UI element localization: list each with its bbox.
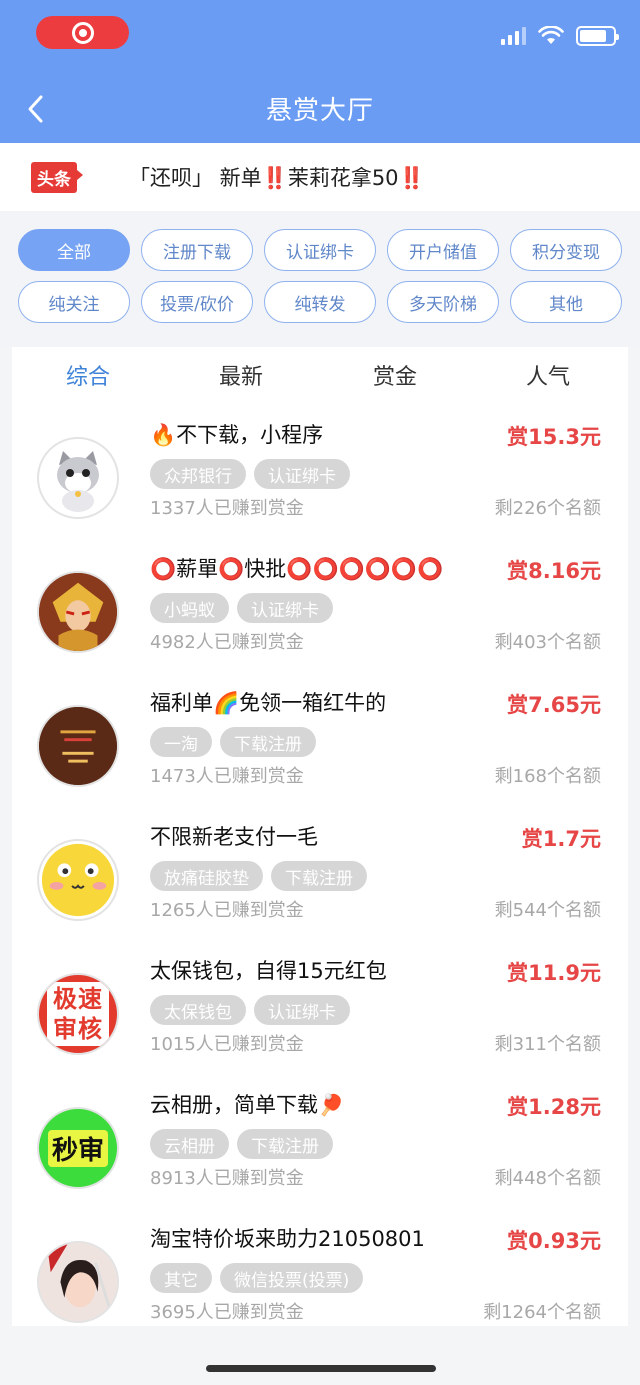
task-earned-count: 3695人已赚到赏金 bbox=[150, 1302, 304, 1323]
task-item[interactable]: 不限新老支付一毛 赏1.7元 放痛硅胶垫 下载注册 1265人已赚到赏金 剩54… bbox=[12, 805, 628, 939]
task-tag: 下载注册 bbox=[220, 727, 316, 757]
task-tag: 微信投票(投票) bbox=[220, 1263, 364, 1293]
task-item[interactable]: 极速审核 太保钱包，自得15元红包 赏11.9元 太保钱包 认证绑卡 1015人… bbox=[12, 939, 628, 1073]
filter-chip-all[interactable]: 全部 bbox=[18, 229, 130, 271]
filter-chip-points[interactable]: 积分变现 bbox=[510, 229, 622, 271]
task-tag: 云相册 bbox=[150, 1129, 229, 1159]
filter-chip-vote[interactable]: 投票/砍价 bbox=[141, 281, 253, 323]
task-reward: 赏1.7元 bbox=[521, 827, 601, 851]
task-tag: 认证绑卡 bbox=[254, 459, 350, 489]
headline-badge: 头条 bbox=[31, 161, 83, 193]
task-title: 云相册，简单下载🏓 bbox=[150, 1093, 345, 1117]
sort-tabs: 综合 最新 赏金 人气 bbox=[12, 347, 628, 403]
task-list: 🔥不下载，小程序 赏15.3元 众邦银行 认证绑卡 1337人已赚到赏金 剩22… bbox=[12, 403, 628, 1326]
task-tag: 众邦银行 bbox=[150, 459, 246, 489]
task-earned-count: 1015人已赚到赏金 bbox=[150, 1034, 304, 1055]
task-earned-count: 8913人已赚到赏金 bbox=[150, 1168, 304, 1189]
task-item[interactable]: ⭕薪單⭕快批⭕⭕⭕⭕⭕⭕ 赏8.16元 小蚂蚁 认证绑卡 4982人已赚到赏金 … bbox=[12, 537, 628, 671]
task-tag: 其它 bbox=[150, 1263, 212, 1293]
headline-ticker[interactable]: 头条 「还呗」 新单‼️茉莉花拿50‼️ bbox=[0, 143, 640, 211]
record-icon bbox=[71, 21, 94, 44]
task-title: 太保钱包，自得15元红包 bbox=[150, 959, 387, 983]
task-reward: 赏7.65元 bbox=[507, 693, 601, 717]
tab-reward[interactable]: 赏金 bbox=[373, 359, 417, 391]
task-tag: 太保钱包 bbox=[150, 995, 246, 1025]
task-remaining-slots: 剩311个名额 bbox=[494, 1034, 601, 1055]
smiley-avatar bbox=[37, 839, 119, 921]
filter-chip-verify-card[interactable]: 认证绑卡 bbox=[264, 229, 376, 271]
filter-chip-other[interactable]: 其他 bbox=[510, 281, 622, 323]
task-remaining-slots: 剩403个名额 bbox=[494, 632, 601, 653]
battery-icon bbox=[576, 26, 619, 46]
tab-overall[interactable]: 综合 bbox=[66, 359, 110, 391]
task-title: ⭕薪單⭕快批⭕⭕⭕⭕⭕⭕ bbox=[150, 557, 444, 581]
task-reward: 赏8.16元 bbox=[507, 559, 601, 583]
task-tag: 下载注册 bbox=[237, 1129, 333, 1159]
task-title: 淘宝特价坂来助力21050801 bbox=[150, 1227, 425, 1251]
task-remaining-slots: 剩1264个名额 bbox=[483, 1302, 601, 1323]
task-earned-count: 1265人已赚到赏金 bbox=[150, 900, 304, 921]
headline-text: 「还呗」 新单‼️茉莉花拿50‼️ bbox=[129, 166, 425, 190]
task-remaining-slots: 剩168个名额 bbox=[494, 766, 601, 787]
screen-recording-indicator[interactable] bbox=[36, 16, 129, 49]
task-item[interactable]: 福利单🌈免领一箱红牛的 赏7.65元 一淘 下载注册 1473人已赚到赏金 剩1… bbox=[12, 671, 628, 805]
tab-newest[interactable]: 最新 bbox=[219, 359, 263, 391]
text-avatar bbox=[37, 705, 119, 787]
status-bar-icons bbox=[501, 26, 619, 46]
task-item[interactable]: 秒审 云相册，简单下载🏓 赏1.28元 云相册 下载注册 8913人已赚到赏金 … bbox=[12, 1073, 628, 1207]
task-remaining-slots: 剩544个名额 bbox=[494, 900, 601, 921]
task-remaining-slots: 剩226个名额 bbox=[494, 498, 601, 519]
tab-popularity[interactable]: 人气 bbox=[526, 359, 570, 391]
task-tag: 认证绑卡 bbox=[254, 995, 350, 1025]
signal-icon bbox=[501, 27, 526, 45]
task-title: 不限新老支付一毛 bbox=[150, 825, 318, 849]
kitten-avatar bbox=[37, 437, 119, 519]
task-tag: 认证绑卡 bbox=[237, 593, 333, 623]
filter-chip-follow[interactable]: 纯关注 bbox=[18, 281, 130, 323]
page-title: 悬赏大厅 bbox=[265, 96, 374, 126]
portrait-avatar bbox=[37, 1241, 119, 1323]
filter-chip-multi-day[interactable]: 多天阶梯 bbox=[387, 281, 499, 323]
task-tag: 小蚂蚁 bbox=[150, 593, 229, 623]
app-header: 悬赏大厅 bbox=[0, 0, 640, 143]
task-tag: 一淘 bbox=[150, 727, 212, 757]
warrior-avatar bbox=[37, 571, 119, 653]
filter-chip-forward[interactable]: 纯转发 bbox=[264, 281, 376, 323]
task-reward: 赏1.28元 bbox=[507, 1095, 601, 1119]
task-title: 🔥不下载，小程序 bbox=[150, 423, 324, 447]
wifi-icon bbox=[538, 26, 564, 44]
task-title: 福利单🌈免领一箱红牛的 bbox=[150, 691, 387, 715]
filter-chip-register-download[interactable]: 注册下载 bbox=[141, 229, 253, 271]
task-reward: 赏15.3元 bbox=[507, 425, 601, 449]
task-remaining-slots: 剩448个名额 bbox=[494, 1168, 601, 1189]
task-earned-count: 4982人已赚到赏金 bbox=[150, 632, 304, 653]
express-review-avatar: 极速审核 bbox=[37, 973, 119, 1055]
task-reward: 赏0.93元 bbox=[507, 1229, 601, 1253]
task-reward: 赏11.9元 bbox=[507, 961, 601, 985]
task-tag: 下载注册 bbox=[271, 861, 367, 891]
category-filters: 全部 注册下载 认证绑卡 开户储值 积分变现 纯关注 投票/砍价 纯转发 多天阶… bbox=[0, 211, 640, 347]
task-item[interactable]: 🔥不下载，小程序 赏15.3元 众邦银行 认证绑卡 1337人已赚到赏金 剩22… bbox=[12, 403, 628, 537]
task-earned-count: 1473人已赚到赏金 bbox=[150, 766, 304, 787]
task-item[interactable]: 淘宝特价坂来助力21050801 赏0.93元 其它 微信投票(投票) 3695… bbox=[12, 1207, 628, 1326]
home-indicator[interactable] bbox=[206, 1365, 436, 1372]
filter-chip-open-account[interactable]: 开户储值 bbox=[387, 229, 499, 271]
second-review-avatar: 秒审 bbox=[37, 1107, 119, 1189]
task-tag: 放痛硅胶垫 bbox=[150, 861, 263, 891]
task-earned-count: 1337人已赚到赏金 bbox=[150, 498, 304, 519]
